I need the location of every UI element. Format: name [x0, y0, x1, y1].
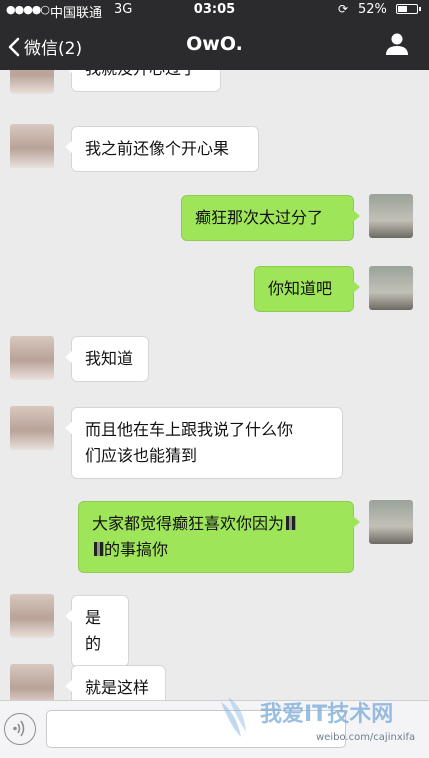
status-bar: ●●●●○ 中国联通 3G 03:05 ⟳ 52%: [0, 0, 429, 21]
message-text-line: 大家都觉得癫狂喜欢你因为: [92, 514, 285, 533]
message-row: 而且他在车上跟我说了什么你 们应该也能猜到: [0, 406, 429, 482]
chevron-left-icon: [8, 37, 20, 56]
contact-avatar[interactable]: [10, 664, 54, 700]
message-bubble[interactable]: 我就没开心过了: [65, 70, 221, 92]
message-list[interactable]: 我就没开心过了 我之前还像个开心果 癫狂那次太过分了 你知道吧 我知道 而且他在…: [0, 70, 429, 700]
contact-avatar[interactable]: [10, 406, 54, 450]
my-avatar[interactable]: [369, 500, 413, 544]
voice-button[interactable]: [4, 713, 36, 745]
contact-avatar[interactable]: [10, 594, 54, 638]
message-row: 是的: [0, 594, 429, 667]
censored-mosaic: [286, 516, 297, 530]
back-button[interactable]: 微信(2): [8, 34, 82, 59]
input-toolbar: [0, 700, 429, 758]
battery-percent: 52%: [358, 2, 387, 17]
chat-header: 微信(2) OwO.: [0, 20, 429, 70]
my-avatar[interactable]: [369, 194, 413, 238]
battery-tip: [419, 7, 421, 11]
profile-icon: [386, 33, 408, 55]
message-text-line: 们应该也能猜到: [85, 446, 198, 465]
contact-avatar[interactable]: [10, 70, 54, 94]
back-label: 微信(2): [24, 39, 83, 59]
lock-rotation-icon: ⟳: [338, 2, 349, 16]
message-bubble[interactable]: 大家都觉得癫狂喜欢你因为 的事搞你: [78, 501, 360, 573]
battery-icon: [396, 4, 418, 14]
message-bubble[interactable]: 而且他在车上跟我说了什么你 们应该也能猜到: [65, 407, 343, 479]
message-bubble[interactable]: 我知道: [65, 336, 149, 382]
message-bubble[interactable]: 我之前还像个开心果: [65, 126, 259, 172]
message-row: 我就没开心过了: [0, 70, 429, 100]
message-bubble[interactable]: 癫狂那次太过分了: [181, 195, 360, 241]
message-row: 我之前还像个开心果: [0, 124, 429, 174]
message-row: 我知道: [0, 336, 429, 386]
message-bubble[interactable]: 就是这样: [65, 665, 166, 700]
contact-avatar[interactable]: [10, 336, 54, 380]
message-bubble[interactable]: 是的: [65, 595, 129, 667]
my-avatar[interactable]: [369, 266, 413, 310]
profile-button[interactable]: [384, 32, 410, 60]
message-row: 癫狂那次太过分了: [0, 194, 429, 244]
contact-avatar[interactable]: [10, 124, 54, 168]
voice-icon: [13, 720, 25, 737]
message-input[interactable]: [46, 710, 346, 748]
message-row: 就是这样: [0, 664, 429, 700]
message-text-line: 的事搞你: [104, 540, 169, 559]
censored-mosaic: [94, 542, 104, 556]
message-bubble[interactable]: 你知道吧: [254, 266, 360, 312]
message-text-line: 而且他在车上跟我说了什么你: [85, 420, 294, 439]
message-row: 你知道吧: [0, 266, 429, 316]
message-row: 大家都觉得癫狂喜欢你因为 的事搞你: [0, 500, 429, 576]
